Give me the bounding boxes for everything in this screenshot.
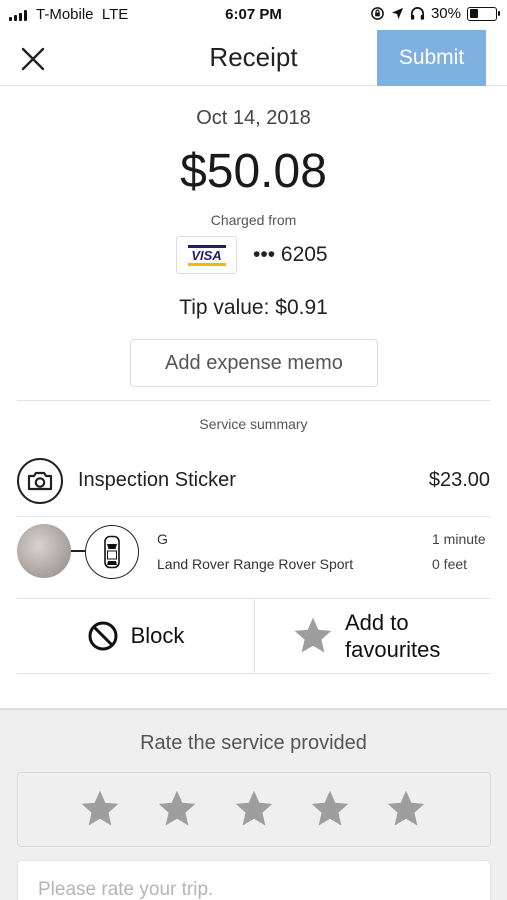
divider <box>17 400 491 401</box>
driver-distance: 0 feet <box>432 556 468 572</box>
status-icons: 30% <box>370 5 500 22</box>
star-icon <box>294 617 332 653</box>
rating-star-3[interactable] <box>232 787 276 831</box>
rating-star-1[interactable] <box>78 787 122 831</box>
submit-button[interactable]: Submit <box>377 30 486 86</box>
rating-section: Rate the service provided <box>0 708 507 900</box>
rating-star-2[interactable] <box>155 787 199 831</box>
driver-name: G <box>157 531 168 547</box>
camera-icon <box>17 458 63 504</box>
service-item-price: $23.00 <box>428 469 490 491</box>
charged-from-label: Charged from <box>210 212 297 228</box>
app-header: Receipt Submit <box>0 30 507 86</box>
add-to-favourites-button[interactable]: Add to favourites <box>255 599 491 673</box>
receipt-amount: $50.08 <box>180 145 327 198</box>
rate-trip-input[interactable] <box>17 860 491 900</box>
driver-eta: 1 minute <box>432 531 486 547</box>
block-icon <box>88 621 118 651</box>
avatar-connector <box>71 550 85 552</box>
vehicle-model: Land Rover Range Rover Sport <box>157 556 354 572</box>
battery-percent: 30% <box>430 5 461 22</box>
car-icon <box>85 525 139 579</box>
divider <box>17 516 491 517</box>
rating-star-4[interactable] <box>308 787 352 831</box>
payment-card: VISA ••• 6205 <box>176 236 328 274</box>
service-item-name: Inspection Sticker <box>78 469 236 491</box>
card-last-digits: ••• 6205 <box>253 243 328 266</box>
lock-rotation-icon <box>371 7 384 20</box>
star-rating <box>17 772 491 847</box>
visa-card-icon: VISA <box>176 236 237 274</box>
receipt-date: Oct 14, 2018 <box>196 107 311 129</box>
headphones-icon <box>410 7 425 20</box>
block-button[interactable]: Block <box>17 599 254 673</box>
service-summary-label: Service summary <box>199 416 308 432</box>
rating-star-5[interactable] <box>384 787 428 831</box>
add-to-favourites-label: Add to favourites <box>345 610 441 662</box>
add-expense-memo-button[interactable]: Add expense memo <box>130 339 378 387</box>
rate-service-label: Rate the service provided <box>140 732 367 754</box>
tip-value: Tip value: $0.91 <box>179 296 328 319</box>
location-arrow-icon <box>391 7 404 20</box>
block-label: Block <box>130 623 185 648</box>
driver-avatar <box>17 524 71 578</box>
divider <box>17 673 491 674</box>
battery-icon <box>467 6 500 21</box>
status-bar: T-Mobile LTE 6:07 PM 30% <box>0 0 507 30</box>
